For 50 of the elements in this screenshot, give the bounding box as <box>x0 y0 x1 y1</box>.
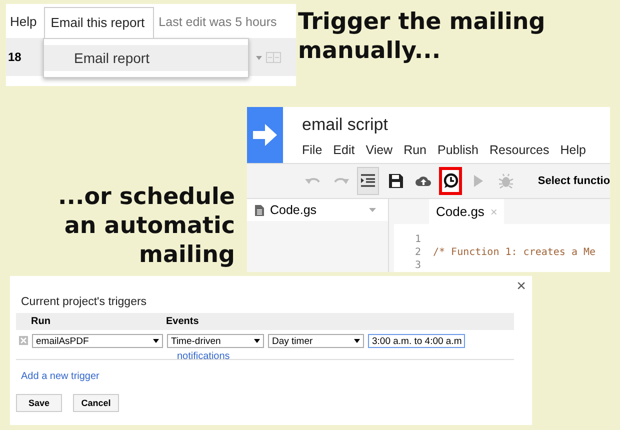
cancel-button[interactable]: Cancel <box>73 394 119 412</box>
dropdown-field[interactable]: 3:00 a.m. to 4:00 a.m <box>368 334 465 348</box>
menu-item[interactable]: View <box>366 143 393 157</box>
dialog-title: Current project's triggers <box>21 296 148 308</box>
delete-icon <box>19 336 28 345</box>
notifications-link[interactable]: notifications <box>177 351 230 362</box>
column-header: Events <box>166 316 199 327</box>
merge-cells-icon <box>266 52 281 63</box>
caret-icon <box>254 339 260 343</box>
menu-tab[interactable]: Email this report <box>44 7 154 38</box>
add-trigger-link[interactable]: Add a new trigger <box>21 371 100 382</box>
menu-option[interactable]: Email report <box>44 45 248 71</box>
menu-item[interactable]: Resources <box>490 143 550 157</box>
caret-icon <box>369 208 376 212</box>
document-icon <box>255 204 264 216</box>
menu-item[interactable]: Run <box>404 143 427 157</box>
column-header: Run <box>30 316 52 327</box>
font-size-value: 18 <box>7 50 22 64</box>
caption: ...or schedule an automatic mailing <box>57 183 235 270</box>
function-select[interactable]: Select functio <box>538 175 610 187</box>
file-name: Code.gs <box>270 203 317 217</box>
indent-icon <box>360 173 376 189</box>
save-button[interactable]: Save <box>16 394 62 412</box>
indent-button[interactable] <box>357 167 380 195</box>
bug-icon <box>498 173 514 189</box>
file-tab[interactable]: Code.gs × <box>429 199 504 224</box>
dropdown-field[interactable]: emailAsPDF <box>32 334 163 348</box>
menu-item[interactable]: File <box>302 143 322 157</box>
clock-button[interactable] <box>439 167 462 195</box>
caret-icon <box>153 339 159 343</box>
close-button[interactable]: × <box>516 278 526 296</box>
caret-icon <box>256 56 262 60</box>
clock-icon <box>442 173 459 189</box>
code-comment: /* Function 1: creates a Me <box>433 246 596 259</box>
menu-item[interactable]: Help <box>6 13 44 38</box>
dropdown-field[interactable]: Day timer <box>268 334 364 348</box>
last-edit-text: Last edit was 5 hours <box>158 15 277 31</box>
caret-icon <box>354 339 360 343</box>
tab-label: Code.gs <box>436 204 484 219</box>
line-number: 1 <box>414 233 422 246</box>
menu-item[interactable]: Edit <box>333 143 355 157</box>
dropdown-field[interactable]: Time-driven <box>167 334 264 348</box>
project-title: email script <box>302 115 389 135</box>
arrow-icon <box>253 124 277 146</box>
caption: Trigger the mailing manually... <box>298 8 546 66</box>
menu-item[interactable]: Help <box>560 143 586 157</box>
script-file-entry[interactable]: Code.gs <box>247 199 388 221</box>
menu-item[interactable]: Publish <box>438 143 479 157</box>
line-number: 2 <box>414 246 422 259</box>
line-number: 3 <box>414 259 422 272</box>
